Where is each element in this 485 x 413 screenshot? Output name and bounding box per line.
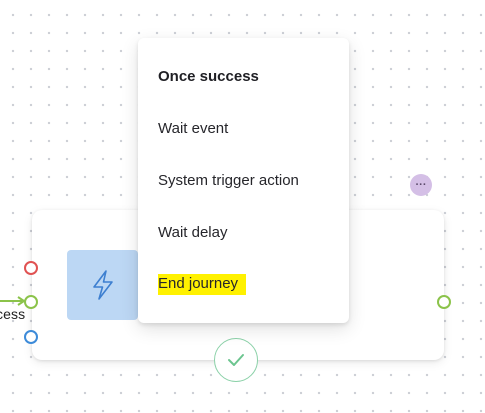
failure-handle[interactable] (24, 261, 38, 275)
alternate-handle[interactable] (24, 330, 38, 344)
success-handle[interactable] (24, 295, 38, 309)
check-icon (228, 354, 244, 366)
end-journey-label: End journey (158, 274, 247, 295)
node-icon-tile[interactable] (67, 250, 138, 320)
lightning-bolt-icon (92, 270, 113, 300)
more-options-button[interactable]: ··· (410, 174, 432, 196)
ellipsis-icon: ··· (415, 178, 427, 191)
menu-heading: Once success (158, 68, 259, 85)
menu-item-system-trigger-action[interactable]: System trigger action (158, 172, 299, 189)
menu-item-wait-delay[interactable]: Wait delay (158, 224, 227, 241)
edge-label: cess (0, 306, 26, 322)
next-step-menu: Once success Wait event System trigger a… (138, 38, 349, 323)
menu-item-wait-event[interactable]: Wait event (158, 120, 228, 137)
output-handle[interactable] (437, 295, 451, 309)
menu-item-end-journey[interactable]: End journey (158, 274, 247, 295)
journey-canvas[interactable]: cess ··· Once success Wait event System … (0, 0, 485, 413)
confirm-button[interactable] (214, 338, 258, 382)
